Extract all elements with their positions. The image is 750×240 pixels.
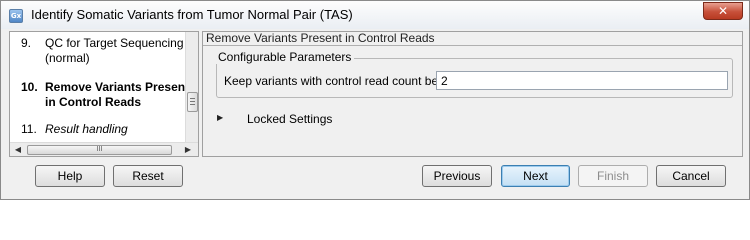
step-number: 10.: [21, 80, 38, 94]
grip-icon: [190, 98, 195, 105]
step-label-continued: in Control Reads: [45, 95, 142, 109]
cancel-button[interactable]: Cancel: [656, 165, 726, 187]
control-read-count-label: Keep variants with control read count be…: [224, 74, 457, 88]
steps-vertical-scrollbar[interactable]: [185, 32, 198, 142]
window-title: Identify Somatic Variants from Tumor Nor…: [31, 7, 353, 22]
control-read-count-input[interactable]: [436, 71, 728, 90]
steps-list: 9. QC for Target Sequencing (normal) 10.…: [10, 32, 186, 142]
step-label: QC for Target Sequencing: [45, 36, 184, 50]
steps-horizontal-scrollbar[interactable]: ◀ III ▶: [10, 142, 198, 156]
expand-arrow-icon[interactable]: ▶: [217, 113, 223, 122]
reset-button[interactable]: Reset: [113, 165, 183, 187]
step-label: Remove Variants Present: [45, 80, 186, 94]
close-icon: ✕: [717, 4, 729, 18]
app-icon: Gx: [9, 9, 23, 23]
section-title: Remove Variants Present in Control Reads: [203, 32, 742, 46]
help-button[interactable]: Help: [35, 165, 105, 187]
scroll-left-icon[interactable]: ◀: [12, 144, 24, 156]
step-number: 11.: [21, 122, 37, 136]
steps-panel: 9. QC for Target Sequencing (normal) 10.…: [9, 31, 199, 157]
next-button[interactable]: Next: [501, 165, 570, 187]
wizard-dialog: Gx Identify Somatic Variants from Tumor …: [0, 0, 750, 200]
step-number: 9.: [21, 36, 32, 50]
step-label: Result handling: [45, 122, 128, 136]
finish-button[interactable]: Finish: [578, 165, 648, 187]
horizontal-scroll-thumb[interactable]: III: [27, 145, 172, 155]
title-bar: Gx Identify Somatic Variants from Tumor …: [1, 1, 749, 29]
close-button[interactable]: ✕: [703, 2, 743, 20]
scroll-right-icon[interactable]: ▶: [182, 144, 194, 156]
locked-settings-toggle[interactable]: Locked Settings: [247, 112, 332, 126]
vertical-scroll-thumb[interactable]: [187, 92, 198, 112]
previous-button[interactable]: Previous: [422, 165, 492, 187]
step-label-continued: (normal): [45, 51, 90, 65]
step-content-panel: Remove Variants Present in Control Reads…: [202, 31, 743, 157]
group-title: Configurable Parameters: [215, 50, 355, 64]
